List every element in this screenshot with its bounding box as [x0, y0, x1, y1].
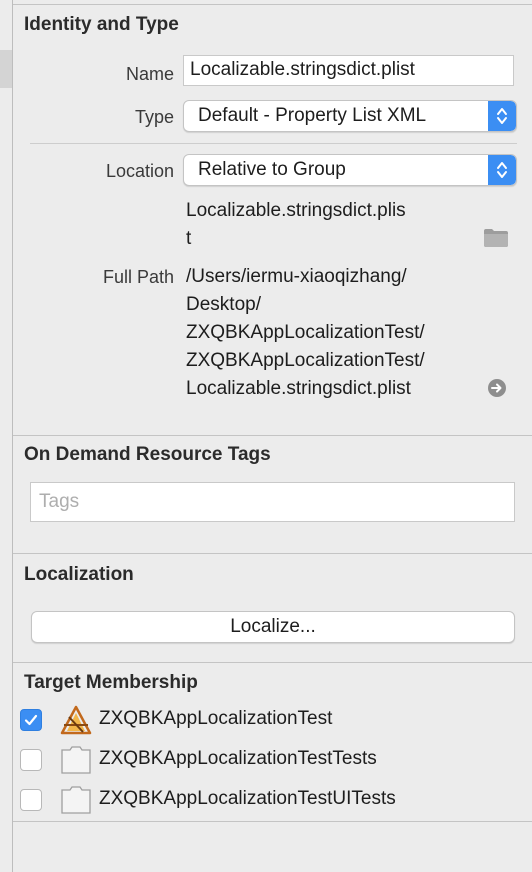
navigator-strip [0, 0, 12, 872]
name-field[interactable]: Localizable.stringsdict.plist [183, 55, 514, 86]
localize-button[interactable]: Localize... [31, 611, 515, 643]
target-row[interactable]: ZXQBKAppLocalizationTest [20, 705, 520, 735]
section-divider-3 [13, 662, 532, 663]
target-checkbox-unchecked[interactable] [20, 749, 42, 771]
type-popup[interactable]: Default - Property List XML [183, 100, 517, 132]
target-row[interactable]: ZXQBKAppLocalizationTestTests [20, 745, 520, 775]
tags-input[interactable]: Tags [30, 482, 515, 522]
type-popup-chevrons-icon [488, 101, 516, 131]
test-bundle-icon [61, 786, 91, 814]
test-bundle-icon [61, 746, 91, 774]
full-path-line-5: Localizable.stringsdict.plist [186, 378, 411, 399]
name-label: Name [125, 64, 174, 84]
top-divider [13, 4, 532, 5]
on-demand-section-title: On Demand Resource Tags [24, 444, 271, 465]
full-path-label: Full Path [102, 267, 174, 287]
target-label: ZXQBKAppLocalizationTestUITests [99, 788, 396, 809]
relative-path-line-1: Localizable.stringsdict.plis [186, 200, 406, 221]
folder-icon[interactable] [483, 228, 509, 248]
type-popup-value: Default - Property List XML [198, 105, 427, 126]
reveal-in-finder-arrow-icon[interactable] [487, 378, 507, 398]
identity-section-title: Identity and Type [24, 14, 179, 35]
target-checkbox-unchecked[interactable] [20, 789, 42, 811]
full-path-line-2: Desktop/ [186, 294, 261, 315]
target-checkbox-checked[interactable] [20, 709, 42, 731]
location-label: Location [105, 161, 174, 181]
location-popup[interactable]: Relative to Group [183, 154, 517, 186]
location-popup-chevrons-icon [488, 155, 516, 185]
section-divider-2 [13, 553, 532, 554]
identity-separator [30, 143, 517, 144]
type-label: Type [134, 107, 174, 127]
app-target-icon [60, 705, 92, 735]
full-path-line-1: /Users/iermu-xiaoqizhang/ [186, 266, 407, 287]
target-row[interactable]: ZXQBKAppLocalizationTestUITests [20, 785, 520, 815]
localization-section-title: Localization [24, 564, 134, 585]
target-label: ZXQBKAppLocalizationTestTests [99, 748, 377, 769]
target-label: ZXQBKAppLocalizationTest [99, 708, 333, 729]
full-path-line-4: ZXQBKAppLocalizationTest/ [186, 350, 425, 371]
relative-path-line-2: t [186, 228, 192, 249]
navigator-selection [0, 50, 12, 88]
section-divider-1 [13, 435, 532, 436]
target-membership-section-title: Target Membership [24, 672, 198, 693]
location-popup-value: Relative to Group [198, 159, 346, 180]
full-path-line-3: ZXQBKAppLocalizationTest/ [186, 322, 425, 343]
section-divider-4 [13, 821, 532, 822]
